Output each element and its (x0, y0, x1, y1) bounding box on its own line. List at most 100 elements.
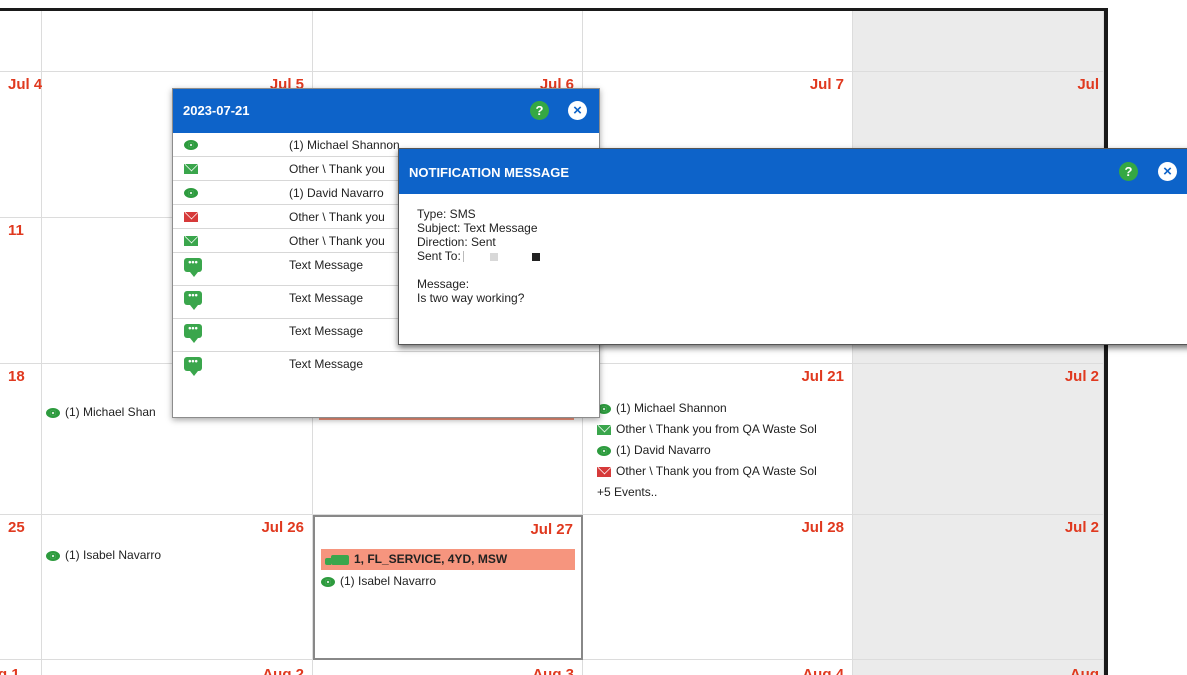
calendar-event[interactable]: Other \ Thank you from QA Waste Sol (597, 419, 850, 440)
day-cell[interactable]: g 1 (0, 660, 42, 675)
envelope-red-icon (184, 212, 198, 222)
popup-event-label: Other \ Thank you (289, 210, 385, 224)
eye-icon (184, 188, 198, 198)
day-number[interactable]: 18 (8, 368, 25, 385)
more-events-link[interactable]: +5 Events.. (597, 482, 850, 503)
day-number[interactable]: Jul 7 (810, 76, 844, 93)
day-number[interactable]: Aug (1070, 666, 1099, 675)
close-icon[interactable]: × (1158, 162, 1177, 181)
popup-event-label: Text Message (289, 258, 364, 272)
popup-event-label: Other \ Thank you (289, 162, 385, 176)
popup-event-label: Text Message (289, 324, 364, 338)
day-cell[interactable]: 25 (0, 515, 42, 660)
event-label: (1) David Navarro (616, 443, 711, 457)
day-cell[interactable] (313, 11, 583, 72)
day-number[interactable]: Jul (1077, 76, 1099, 93)
envelope-icon (597, 424, 611, 435)
service-event[interactable]: 1, FL_SERVICE, 4YD, MSW (321, 549, 575, 570)
eye-icon (184, 140, 198, 150)
eye-icon (46, 550, 60, 561)
help-icon[interactable]: ? (530, 101, 549, 120)
redacted-text (462, 251, 464, 263)
event-label: Other \ Thank you from QA Waste Sol (616, 464, 817, 478)
event-label: (1) Michael Shannon (616, 401, 727, 415)
week-row (0, 11, 1104, 72)
day-cell-weekend[interactable]: Jul 2 (853, 515, 1104, 660)
day-number[interactable]: Aug 3 (532, 666, 574, 675)
day-cell[interactable] (42, 11, 313, 72)
day-cell[interactable]: Aug 3 (313, 660, 583, 675)
calendar-event[interactable]: (1) Isabel Navarro (321, 571, 575, 592)
envelope-red-icon (597, 466, 611, 477)
help-icon[interactable]: ? (1119, 162, 1138, 181)
day-cell-weekend[interactable] (853, 11, 1104, 72)
notification-subject: Subject: Text Message (417, 221, 538, 235)
event-label: Other \ Thank you from QA Waste Sol (616, 422, 817, 436)
eye-icon (46, 407, 60, 418)
notification-type: Type: SMS (417, 207, 476, 221)
notification-title: NOTIFICATION MESSAGE (409, 165, 570, 180)
day-number[interactable]: 25 (8, 519, 25, 536)
chat-icon: ••• (184, 258, 202, 277)
calendar-event[interactable]: (1) Isabel Navarro (46, 545, 310, 566)
day-cell-weekend[interactable]: Aug (853, 660, 1104, 675)
day-number[interactable]: Jul 27 (530, 521, 573, 538)
event-label: (1) Isabel Navarro (340, 574, 437, 588)
chat-icon: ••• (184, 291, 202, 310)
chat-icon: ••• (184, 324, 202, 343)
day-number[interactable]: Jul 2 (1065, 519, 1099, 536)
week-row: g 1 Aug 2 Aug 3 Aug 4 Aug (0, 660, 1104, 675)
message-text: Is two way working? (417, 291, 525, 305)
day-cell[interactable]: Jul 26 (1) Isabel Navarro (42, 515, 313, 660)
week-row: 25 Jul 26 (1) Isabel Navarro Jul 27 1, F… (0, 515, 1104, 660)
day-number[interactable]: Aug 4 (802, 666, 844, 675)
day-cell[interactable]: Jul 4 (0, 72, 42, 218)
day-cell-selected[interactable]: Jul 27 1, FL_SERVICE, 4YD, MSW (1) Isabe… (313, 515, 583, 660)
day-number[interactable]: Jul 2 (1065, 368, 1099, 385)
notification-message-popup: NOTIFICATION MESSAGE ? × Type: SMS Subje… (398, 148, 1187, 345)
day-number[interactable]: Aug 2 (262, 666, 304, 675)
envelope-icon (184, 236, 198, 246)
redacted-text (489, 252, 498, 261)
service-event-label: 1, FL_SERVICE, 4YD, MSW (354, 552, 508, 566)
day-number[interactable]: g 1 (0, 666, 20, 675)
popup-event-label: Text Message (289, 357, 364, 371)
day-cell[interactable]: Aug 2 (42, 660, 313, 675)
event-label: (1) Michael Shan (65, 405, 156, 419)
day-number[interactable]: Jul 21 (801, 368, 844, 385)
calendar-event[interactable]: (1) Michael Shannon (597, 398, 850, 419)
popup-header: NOTIFICATION MESSAGE ? × (399, 149, 1187, 194)
day-number[interactable]: Jul 4 (8, 76, 42, 93)
event-label: (1) Isabel Navarro (65, 548, 162, 562)
popup-event-label: Other \ Thank you (289, 234, 385, 248)
popup-event-label: (1) David Navarro (289, 186, 384, 200)
day-cell[interactable]: 18 (0, 364, 42, 515)
day-cell-weekend[interactable]: Jul 2 (853, 364, 1104, 515)
redacted-text (531, 252, 540, 261)
notification-direction: Direction: Sent (417, 235, 496, 249)
popup-header: 2023-07-21 ? × (173, 89, 599, 133)
popup-event-row[interactable]: ••• Text Message (173, 352, 599, 385)
day-cell[interactable]: Jul 28 (583, 515, 853, 660)
day-number[interactable]: Jul 28 (801, 519, 844, 536)
popup-event-label: Text Message (289, 291, 364, 305)
notification-recipient: Sent To: (417, 249, 540, 263)
close-icon[interactable]: × (568, 101, 587, 120)
popup-date-title: 2023-07-21 (183, 103, 250, 118)
message-label: Message: (417, 277, 470, 291)
day-cell[interactable]: 11 (0, 218, 42, 364)
day-cell[interactable] (0, 11, 42, 72)
day-cell[interactable]: Jul 21 (1) Michael Shannon Other \ Thank… (583, 364, 853, 515)
more-events-label[interactable]: +5 Events.. (597, 482, 657, 503)
popup-event-label: (1) Michael Shannon (289, 138, 400, 152)
day-number[interactable]: Jul 26 (261, 519, 304, 536)
calendar-event[interactable]: (1) David Navarro (597, 440, 850, 461)
day-cell[interactable]: Aug 4 (583, 660, 853, 675)
day-cell[interactable] (583, 11, 853, 72)
day-number[interactable]: 11 (8, 222, 24, 239)
eye-icon (597, 445, 611, 456)
truck-icon (325, 554, 349, 565)
calendar-event[interactable]: Other \ Thank you from QA Waste Sol (597, 461, 850, 482)
envelope-icon (184, 164, 198, 174)
